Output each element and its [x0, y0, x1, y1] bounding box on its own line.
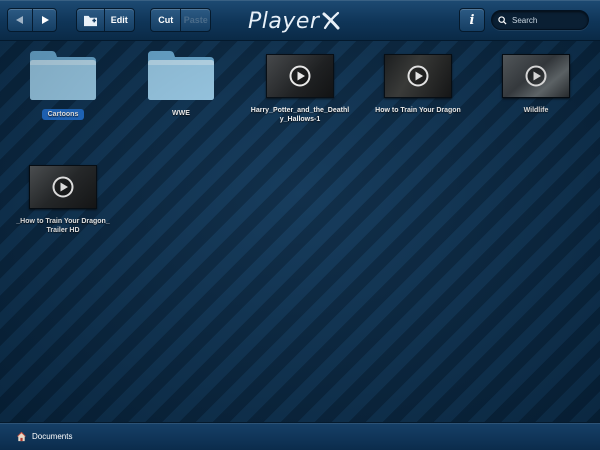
item-label: WWE — [172, 110, 190, 117]
play-icon — [407, 65, 429, 87]
file-grid: Cartoons WWE Harry_Potter_and_the_Deathl… — [0, 41, 600, 422]
navigation-buttons — [7, 8, 57, 32]
search-box — [491, 10, 589, 30]
location-label: Documents — [32, 432, 73, 441]
top-toolbar: Edit Cut Paste Player i — [0, 0, 600, 41]
file-buttons: Edit — [76, 8, 135, 32]
search-icon — [498, 15, 507, 25]
play-icon — [289, 65, 311, 87]
play-icon — [52, 176, 74, 198]
video-thumbnail — [502, 54, 570, 98]
item-label: _How to Train Your Dragon_ Trailer HD — [16, 218, 110, 234]
item-label: Wildlife — [523, 107, 549, 114]
x-logo-icon — [322, 11, 340, 30]
video-thumbnail — [384, 54, 452, 98]
bottom-bar: Documents — [0, 422, 600, 450]
home-icon — [16, 431, 27, 442]
video-item-dragon-trailer[interactable]: _How to Train Your Dragon_ Trailer HD — [8, 160, 118, 235]
forward-button[interactable] — [32, 9, 56, 31]
folder-icon — [148, 51, 214, 100]
video-item-wildlife[interactable]: Wildlife — [481, 49, 591, 115]
folder-icon — [30, 51, 96, 100]
paste-button[interactable]: Paste — [180, 9, 210, 31]
play-icon — [525, 65, 547, 87]
folder-item-wwe[interactable]: WWE — [126, 49, 236, 118]
edit-button[interactable]: Edit — [103, 9, 134, 31]
video-item-harry-potter[interactable]: Harry_Potter_and_the_Deathly_Hallows-1 — [245, 49, 355, 124]
item-label: Cartoons — [41, 109, 85, 120]
documents-location-button[interactable]: Documents — [16, 431, 72, 442]
app-logo-text: Player — [248, 8, 320, 34]
video-thumbnail — [266, 54, 334, 98]
item-label: How to Train Your Dragon — [375, 107, 461, 114]
folder-item-cartoons[interactable]: Cartoons — [8, 49, 118, 120]
video-item-how-to-train-your-dragon[interactable]: How to Train Your Dragon — [363, 49, 473, 115]
video-thumbnail — [29, 165, 97, 209]
new-folder-button[interactable] — [77, 9, 104, 31]
forward-arrow-icon — [41, 16, 49, 24]
info-icon: i — [469, 12, 475, 28]
app-logo: Player — [248, 7, 341, 35]
search-input[interactable] — [512, 15, 588, 25]
info-button[interactable]: i — [459, 8, 485, 32]
back-arrow-icon — [16, 16, 23, 24]
clipboard-buttons: Cut Paste — [150, 8, 211, 32]
cut-button[interactable]: Cut — [151, 9, 180, 31]
item-label: Harry_Potter_and_the_Deathly_Hallows-1 — [250, 107, 350, 123]
new-folder-icon — [83, 15, 97, 26]
back-button[interactable] — [8, 9, 32, 31]
